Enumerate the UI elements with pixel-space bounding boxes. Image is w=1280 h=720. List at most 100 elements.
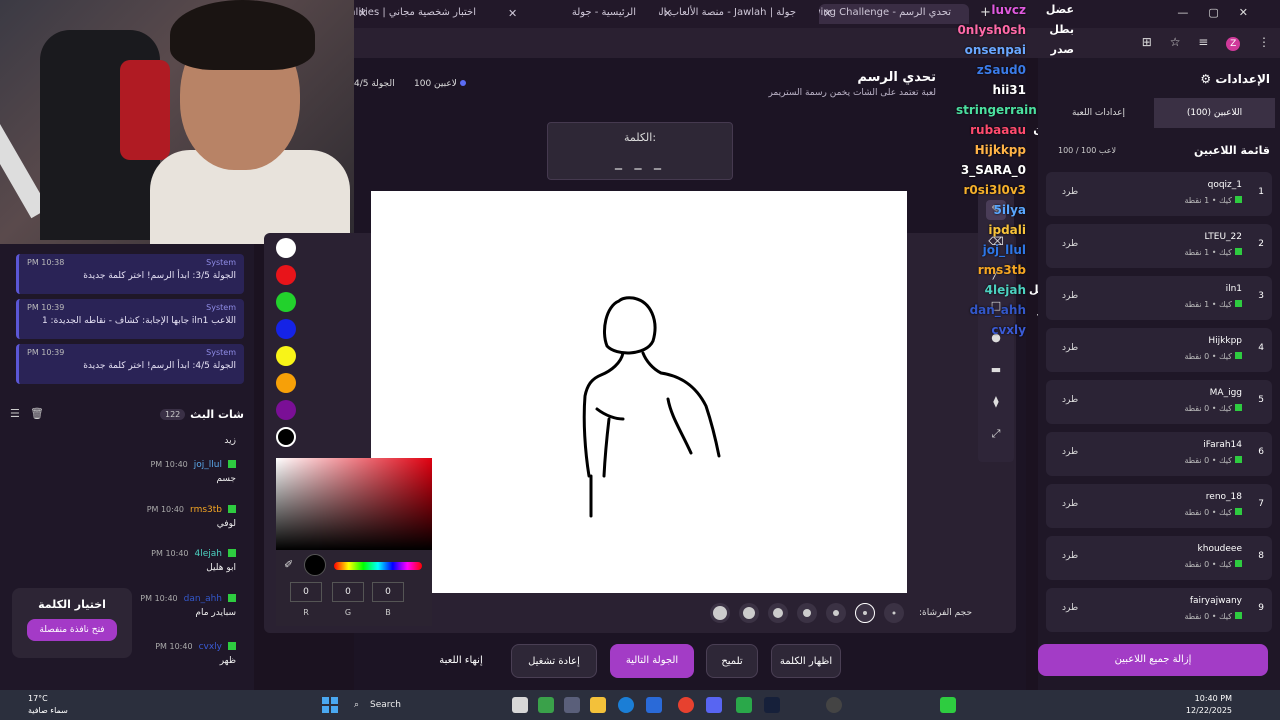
window-controls[interactable]: —▢✕ [1177,6,1268,19]
browser-tab[interactable]: ✕ الرئيسية - جولة [504,4,654,24]
player-score: كيك • 0 نقطة [1184,456,1242,465]
expand-icon[interactable]: ⤢ [986,424,1006,444]
overlay-username: hii31 [992,83,1026,97]
taskbar-clock[interactable]: 10:40 PM 12/22/2025 [1186,693,1232,717]
color-swatch[interactable] [276,400,296,420]
color-swatch[interactable] [276,373,296,393]
hue-slider[interactable] [334,562,422,570]
kick-player-button[interactable]: طرد [1062,239,1078,249]
fill-bucket-icon[interactable]: ⧫ [986,392,1006,412]
kick-badge-icon [1235,300,1242,307]
menu-dots-icon[interactable]: ⋮ [1258,35,1270,49]
close-tab-icon[interactable]: ✕ [823,7,832,20]
overlay-username: 3_SARA_0 [960,163,1026,177]
player-row: 5 MA_igg كيك • 0 نقطة طرد [1046,380,1272,424]
open-window-button[interactable]: فتح نافذة منفصلة [27,619,117,641]
players-indicator: 100 لاعبين [414,79,469,89]
xbox-icon[interactable] [736,697,752,713]
drawing-canvas[interactable] [371,191,907,593]
rectangle-icon[interactable]: ▬ [986,360,1006,380]
player-row: 9 fairyajwany كيك • 0 نقطة طرد [1046,588,1272,632]
discord-icon[interactable] [706,697,722,713]
chat-header: شات البث 122 ☰ 🗑 [0,404,254,428]
tab-game-settings[interactable]: إعدادات اللعبة [1038,98,1159,128]
browser-tab[interactable]: ✕ جولة | Jawlah - منصة الألعاب الت [659,4,814,24]
kick-badge-icon [1235,560,1242,567]
kick-badge-icon [228,505,236,513]
obs-icon[interactable] [826,697,842,713]
app-icon[interactable] [538,697,554,713]
overlay-username: rubaaau [970,123,1026,137]
brush-size-option[interactable] [739,603,759,623]
overlay-username: stringerrain [956,103,1037,117]
player-row: 7 reno_18 كيك • 0 نقطة طرد [1046,484,1272,528]
color-swatch[interactable] [276,427,296,447]
weather-widget[interactable]: 17°C سماء صافية [28,693,68,717]
system-message: System 10:39 PM الجولة 4/5: ابدأ الرسم! ا… [16,344,244,384]
app-icon[interactable] [564,697,580,713]
color-swatch[interactable] [276,319,296,339]
chat-title: شات البث [190,408,244,421]
kick-badge-icon [1235,612,1242,619]
kick-player-button[interactable]: طرد [1062,291,1078,301]
color-swatch[interactable] [276,346,296,366]
close-tab-icon[interactable]: ✕ [358,7,367,20]
close-tab-icon[interactable]: ✕ [663,7,672,20]
kick-icon[interactable] [940,697,956,713]
color-swatch[interactable] [276,265,296,285]
kick-player-button[interactable]: طرد [1062,603,1078,613]
next-round-button[interactable]: الجولة التالية [610,644,694,678]
edge-icon[interactable] [618,697,634,713]
r-input[interactable]: 0 [290,582,322,602]
brush-size-option[interactable] [797,603,817,623]
hint-button[interactable]: تلميح [706,644,758,678]
end-game-button[interactable]: إنهاء اللعبة [426,644,496,678]
tab-players[interactable]: اللاعبين (100) [1154,98,1275,128]
drawing-sketch [582,296,721,518]
kick-player-button[interactable]: طرد [1062,343,1078,353]
brush-size-option[interactable] [855,603,875,623]
remove-all-players-button[interactable]: إزالة جميع اللاعبين [1038,644,1268,676]
close-tab-icon[interactable]: ✕ [508,7,517,20]
player-name: reno_18 [1205,492,1242,502]
overlay-username: r0si3l0v3 [963,183,1026,197]
eyedropper-icon[interactable]: ✐ [284,558,293,571]
file-explorer-icon[interactable] [590,697,606,713]
browser-tab-active[interactable]: ✕تحدي الرسم - rawing Challenge [819,4,969,24]
restart-button[interactable]: إعادة تشغيل [511,644,597,678]
player-name: iln1 [1225,284,1242,294]
word-mask: _ _ _ [615,154,665,170]
kick-player-button[interactable]: طرد [1062,187,1078,197]
kick-player-button[interactable]: طرد [1062,447,1078,457]
show-word-button[interactable]: اظهار الكلمة [771,644,841,678]
extensions-icon[interactable]: ≡ [1198,35,1208,49]
saturation-square[interactable] [276,458,432,550]
overlay-username: Hijkkpp [974,143,1026,157]
brush-size-option[interactable] [768,603,788,623]
trash-icon[interactable]: 🗑 [30,407,44,420]
kick-player-button[interactable]: طرد [1062,395,1078,405]
brush-size-option[interactable] [884,603,904,623]
pick-word-card: اختيار الكلمة فتح نافذة منفصلة [12,588,132,658]
profile-avatar[interactable]: Z [1226,37,1241,51]
round-indicator: الجولة 4/5 [354,79,395,89]
color-swatch[interactable] [276,292,296,312]
system-message: System 10:39 PM اللاعب iln1 جابها الإجابة… [16,299,244,339]
browser-tab[interactable]: ✕اختبار شخصية مجاني | onalities [354,4,494,24]
taskbar-search[interactable]: ⌕ Search [348,695,448,715]
chrome-icon[interactable] [678,697,694,713]
kick-player-button[interactable]: طرد [1062,499,1078,509]
brush-size-option[interactable] [710,603,730,623]
translate-icon[interactable]: ⊞ [1142,35,1152,49]
overlay-username: joj_llul [982,243,1026,257]
color-swatch[interactable] [276,238,296,258]
bookmark-star-icon[interactable]: ☆ [1170,35,1181,49]
brush-size-option[interactable] [826,603,846,623]
kick-player-button[interactable]: طرد [1062,551,1078,561]
list-icon[interactable]: ☰ [10,407,20,420]
overlay-username: luvcz [991,3,1026,17]
steam-icon[interactable] [764,697,780,713]
task-view-icon[interactable] [512,697,528,713]
store-icon[interactable] [646,697,662,713]
start-icon[interactable] [322,697,338,713]
